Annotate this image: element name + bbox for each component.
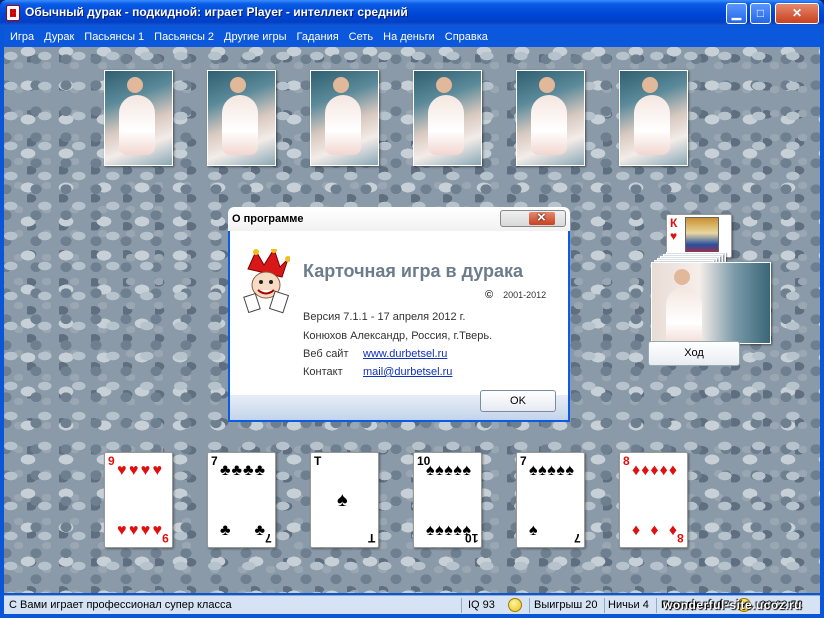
card-rank-bottom: 7 bbox=[265, 531, 272, 545]
about-dialog-body: Карточная игра в дурака © 2001-2012 Верси… bbox=[230, 231, 568, 395]
copyright: © 2001-2012 bbox=[485, 289, 546, 301]
king-portrait bbox=[685, 217, 719, 257]
card-center-suit: ♠ bbox=[337, 489, 348, 511]
about-dialog-close-button[interactable] bbox=[500, 209, 566, 227]
card-rank: 7 bbox=[520, 454, 527, 468]
copyright-years: 2001-2012 bbox=[503, 290, 547, 300]
player-card-10-spades[interactable]: 10 10 ♠ ♠ ♠ ♠ ♠ ♠ ♠ ♠ ♠ ♠ bbox=[413, 452, 482, 548]
menu-durak[interactable]: Дурак bbox=[40, 31, 80, 43]
menu-solitaire-1[interactable]: Пасьянсы 1 bbox=[80, 31, 150, 43]
status-divider bbox=[461, 598, 462, 613]
player-card-7-clubs[interactable]: 7 7 ♣ ♣ ♣ ♣ ♣ ♣ bbox=[207, 452, 276, 548]
status-iq: IQ 93 bbox=[468, 599, 495, 611]
about-dialog-title-bar[interactable]: О программе bbox=[228, 207, 570, 231]
card-rank: 7 bbox=[211, 454, 218, 468]
copyright-symbol: © bbox=[485, 289, 494, 301]
card-rank-bottom: Т bbox=[367, 531, 375, 545]
status-message: С Вами играет профессионал супер класса bbox=[9, 599, 232, 611]
trump-card-rank: К bbox=[670, 216, 678, 230]
status-divider bbox=[604, 598, 605, 613]
player-card-7-spades[interactable]: 7 7 ♠ ♠ ♠ ♠ ♠ ♠ bbox=[516, 452, 585, 548]
card-pips: ♠ ♠ ♠ ♠ ♠ ♠ bbox=[529, 462, 574, 539]
ok-button[interactable]: OK bbox=[480, 390, 556, 412]
menu-game[interactable]: Игра bbox=[6, 31, 40, 43]
watermark: wonderful-site.ucoz.ru bbox=[663, 598, 803, 612]
opponent-card bbox=[310, 70, 379, 166]
opponent-card bbox=[207, 70, 276, 166]
version-text: Версия 7.1.1 - 17 апреля 2012 г. bbox=[303, 311, 466, 323]
contact-link[interactable]: mail@durbetsel.ru bbox=[363, 366, 452, 378]
app-dice-icon[interactable] bbox=[6, 5, 20, 21]
status-draws: Ничьи 4 bbox=[608, 599, 649, 611]
card-rank-bottom: 8 bbox=[677, 531, 684, 545]
menu-other-games[interactable]: Другие игры bbox=[220, 31, 292, 43]
website-label: Веб сайт bbox=[303, 348, 349, 360]
card-rank-bottom: 9 bbox=[162, 531, 169, 545]
player-card-ace-spades[interactable]: Т Т ♠ bbox=[310, 452, 379, 548]
minimize-button[interactable]: ▁ bbox=[726, 3, 747, 24]
menu-bar: Игра Дурак Пасьянсы 1 Пасьянсы 2 Другие … bbox=[4, 27, 820, 47]
player-card-9-hearts[interactable]: 9 9 ♥ ♥ ♥ ♥ ♥ ♥ ♥ ♥ bbox=[104, 452, 173, 548]
jester-logo-icon bbox=[243, 249, 290, 314]
status-wins: Выигрыш 20 bbox=[534, 599, 598, 611]
card-rank: 9 bbox=[108, 454, 115, 468]
opponent-card bbox=[516, 70, 585, 166]
website-row: Веб сайт www.durbetsel.ru bbox=[303, 348, 447, 360]
maximize-button[interactable]: □ bbox=[750, 3, 771, 24]
about-dialog: О программе Карточная игра в дурака © 200… bbox=[228, 207, 570, 422]
opponent-card bbox=[104, 70, 173, 166]
status-divider bbox=[529, 598, 530, 613]
about-dialog-title: О программе bbox=[232, 213, 304, 225]
contact-row: Контакт mail@durbetsel.ru bbox=[303, 366, 452, 378]
title-bar[interactable]: Обычный дурак - подкидной: играет Player… bbox=[0, 0, 824, 26]
card-pips: ♠ ♠ ♠ ♠ ♠ ♠ ♠ ♠ ♠ ♠ bbox=[426, 462, 471, 539]
menu-fortune-telling[interactable]: Гадания bbox=[293, 31, 345, 43]
menu-for-money[interactable]: На деньги bbox=[379, 31, 441, 43]
close-button[interactable]: ✕ bbox=[775, 3, 819, 24]
author-text: Конюхов Александр, Россия, г.Тверь. bbox=[303, 330, 493, 342]
menu-solitaire-2[interactable]: Пасьянсы 2 bbox=[150, 31, 220, 43]
card-rank: 8 bbox=[623, 454, 630, 468]
menu-network[interactable]: Сеть bbox=[345, 31, 379, 43]
trump-card-suit: ♥ bbox=[670, 229, 678, 243]
sad-smiley-icon bbox=[508, 598, 522, 612]
card-pips: ♣ ♣ ♣ ♣ ♣ ♣ bbox=[220, 462, 265, 539]
website-link[interactable]: www.durbetsel.ru bbox=[363, 348, 447, 360]
opponent-card bbox=[619, 70, 688, 166]
player-card-8-diamonds[interactable]: 8 8 ♦ ♦ ♦ ♦ ♦ ♦ ♦ ♦ bbox=[619, 452, 688, 548]
card-rank-bottom: 7 bbox=[574, 531, 581, 545]
deck-pile[interactable] bbox=[651, 262, 771, 344]
opponent-card bbox=[413, 70, 482, 166]
move-button[interactable]: Ход bbox=[648, 341, 740, 366]
card-pips: ♥ ♥ ♥ ♥ ♥ ♥ ♥ ♥ bbox=[117, 462, 162, 539]
card-rank: Т bbox=[314, 454, 322, 468]
status-divider bbox=[656, 598, 657, 613]
window-title: Обычный дурак - подкидной: играет Player… bbox=[25, 5, 408, 19]
menu-help[interactable]: Справка bbox=[441, 31, 494, 43]
product-name: Карточная игра в дурака bbox=[303, 261, 524, 281]
card-pips: ♦ ♦ ♦ ♦ ♦ ♦ ♦ ♦ bbox=[632, 462, 677, 539]
game-window: Обычный дурак - подкидной: играет Player… bbox=[0, 0, 824, 618]
contact-label: Контакт bbox=[303, 366, 343, 378]
